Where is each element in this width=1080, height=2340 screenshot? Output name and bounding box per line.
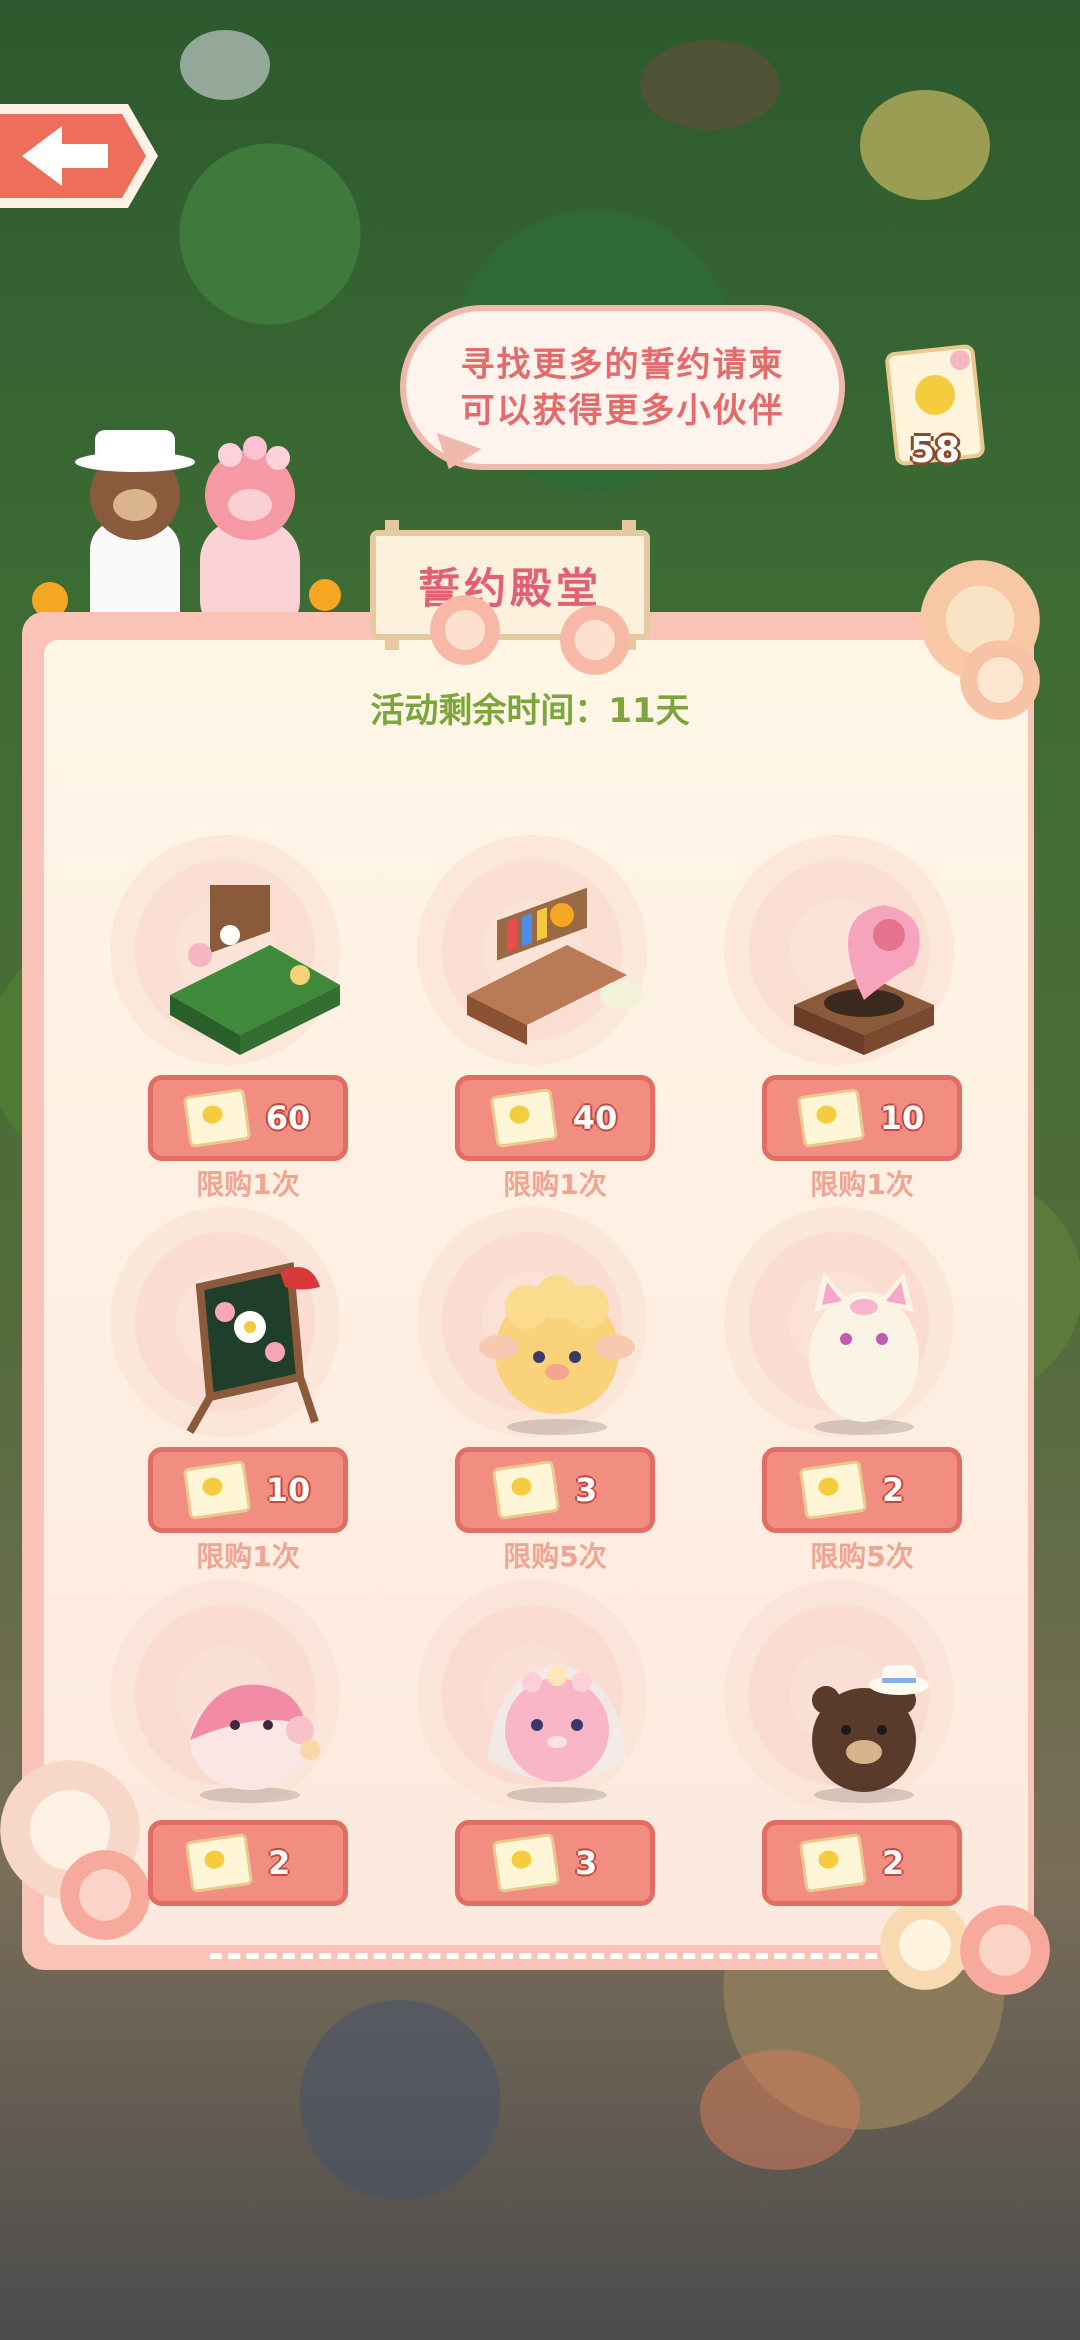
price: 2	[882, 1471, 905, 1509]
price: 2	[882, 1844, 905, 1882]
flower-decoration	[960, 640, 1040, 720]
ticket-icon	[182, 1087, 252, 1149]
shop-item[interactable]: 40 限购1次	[387, 835, 697, 1205]
buy-button[interactable]: 3	[455, 1447, 655, 1533]
shop-item[interactable]: 60 限购1次	[80, 835, 390, 1205]
flower-board-icon	[186, 1262, 320, 1434]
ticket-icon	[491, 1832, 561, 1894]
hint-line-2: 可以获得更多小伙伴	[460, 390, 785, 431]
purchase-limit: 限购5次	[503, 1540, 607, 1573]
buy-button[interactable]: 60	[148, 1075, 348, 1161]
ticket-icon	[182, 1459, 252, 1521]
price: 2	[268, 1844, 291, 1882]
ticket-count: 58	[909, 430, 961, 471]
purchase-limit: 限购1次	[503, 1168, 607, 1201]
event-timer: 活动剩余时间：11天	[370, 691, 690, 731]
shop-item[interactable]: 10 限购1次	[694, 835, 1004, 1205]
buy-button[interactable]: 10	[148, 1447, 348, 1533]
shop-item[interactable]: 10 限购1次	[80, 1207, 390, 1577]
flower-decoration	[560, 605, 630, 675]
price: 10	[879, 1099, 925, 1137]
buy-button[interactable]: 2	[762, 1820, 962, 1906]
ticket-icon	[796, 1087, 866, 1149]
garden-bed-icon	[170, 885, 340, 1055]
purchase-limit: 限购5次	[810, 1540, 914, 1573]
bride-pet-icon	[487, 1665, 627, 1803]
purchase-limit: 限购1次	[810, 1168, 914, 1201]
buy-button[interactable]: 40	[455, 1075, 655, 1161]
back-button[interactable]	[0, 96, 165, 216]
price: 3	[575, 1844, 598, 1882]
sheep-pet-icon	[479, 1275, 635, 1435]
panel-dashed-border	[210, 1953, 950, 1959]
purchase-limit: 限购1次	[196, 1168, 300, 1201]
shop-item[interactable]: 2	[80, 1580, 390, 1950]
bookshelf-desk-icon	[467, 887, 644, 1045]
buy-button[interactable]: 10	[762, 1075, 962, 1161]
price: 40	[572, 1099, 618, 1137]
ticket-icon	[184, 1832, 254, 1894]
buy-button[interactable]: 2	[148, 1820, 348, 1906]
ticket-icon	[798, 1459, 868, 1521]
ticket-icon	[489, 1087, 559, 1149]
buy-button[interactable]: 3	[455, 1820, 655, 1906]
shop-item[interactable]: 3 限购5次	[387, 1207, 697, 1577]
gramophone-icon	[794, 905, 934, 1055]
purchase-limit: 限购1次	[196, 1540, 300, 1573]
shop-item[interactable]: 2 限购5次	[694, 1207, 1004, 1577]
shop-item[interactable]: 2	[694, 1580, 1004, 1950]
pink-bird-pet-icon	[190, 1684, 320, 1803]
ticket-icon	[491, 1459, 561, 1521]
price: 60	[265, 1099, 311, 1137]
cat-pet-icon	[809, 1272, 919, 1435]
price: 3	[575, 1471, 598, 1509]
shop-item[interactable]: 3	[387, 1580, 697, 1950]
ticket-icon	[798, 1832, 868, 1894]
flower-decoration	[430, 595, 500, 665]
price: 10	[265, 1471, 311, 1509]
hint-line-1: 寻找更多的誓约请柬	[460, 344, 785, 385]
buy-button[interactable]: 2	[762, 1447, 962, 1533]
bear-pet-icon	[812, 1665, 929, 1803]
